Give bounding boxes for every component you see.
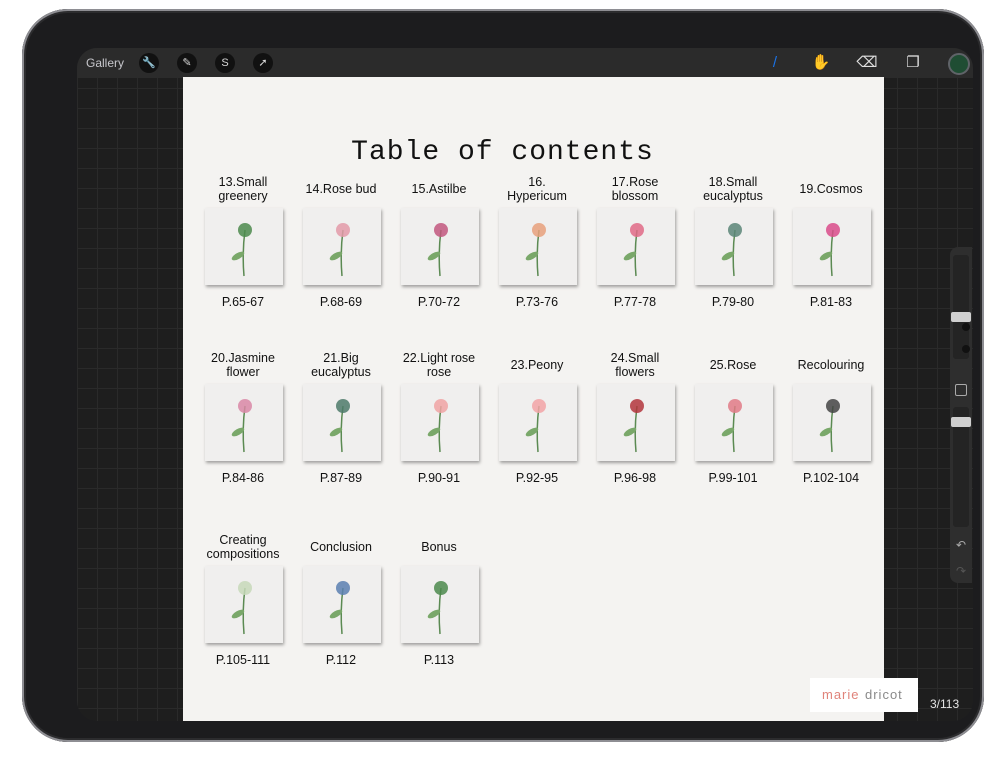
toc-entry-pages: P.96-98 <box>613 471 657 485</box>
toc-entry-thumbnail[interactable] <box>499 208 577 285</box>
botanical-illustration <box>819 223 840 277</box>
brand-logo: marie dricot <box>810 678 918 712</box>
toc-entry-thumbnail[interactable] <box>793 208 871 285</box>
botanical-illustration <box>525 399 546 453</box>
brush-icon[interactable]: / <box>764 52 786 74</box>
toc-entry-pages: P.81-83 <box>809 295 853 309</box>
botanical-illustration <box>329 399 350 453</box>
sensor-dot <box>962 345 970 353</box>
botanical-illustration <box>427 581 448 635</box>
toc-entry-pages: P.92-95 <box>515 471 559 485</box>
toc-entry-thumbnail[interactable] <box>401 208 479 285</box>
botanical-illustration <box>721 223 742 277</box>
undo-icon[interactable]: ↶ <box>953 538 969 552</box>
toc-entry-pages: P.102-104 <box>802 471 860 485</box>
toc-entry-thumbnail[interactable] <box>499 384 577 461</box>
toc-entry-pages: P.77-78 <box>613 295 657 309</box>
toc-entry-pages: P.113 <box>423 653 455 667</box>
toc-entry-thumbnail[interactable] <box>695 384 773 461</box>
eraser-icon[interactable]: ⌫ <box>856 52 878 74</box>
botanical-illustration <box>721 399 742 453</box>
botanical-illustration <box>427 223 448 277</box>
toc-entry-thumbnail[interactable] <box>597 384 675 461</box>
page-title: Table of contents <box>351 137 654 168</box>
transform-arrow-icon[interactable]: ➚ <box>253 53 273 73</box>
toc-entry-thumbnail[interactable] <box>205 208 283 285</box>
brush-size-knob[interactable] <box>951 312 971 322</box>
smudge-icon[interactable]: ✋ <box>810 52 832 74</box>
actions-wrench-icon[interactable]: 🔧 <box>139 53 159 73</box>
botanical-illustration <box>329 581 350 635</box>
botanical-illustration <box>231 581 252 635</box>
toc-entry-pages: P.105-111 <box>215 653 271 667</box>
botanical-illustration <box>231 223 252 277</box>
opacity-slider[interactable] <box>951 407 971 527</box>
selection-icon[interactable]: S <box>215 53 235 73</box>
toc-entry-thumbnail[interactable] <box>695 208 773 285</box>
document-page: Table of contents 13.Small greenery P.65-… <box>183 77 884 721</box>
side-toolbar: ↶ ↷ <box>950 247 972 583</box>
toc-entry-thumbnail[interactable] <box>597 208 675 285</box>
toc-entry-thumbnail[interactable] <box>205 566 283 643</box>
toc-entry-thumbnail[interactable] <box>303 384 381 461</box>
toc-entry-pages: P.70-72 <box>417 295 461 309</box>
adjustments-wand-icon[interactable]: ✎ <box>177 53 197 73</box>
botanical-illustration <box>623 399 644 453</box>
color-picker-swatch[interactable] <box>948 53 970 75</box>
toc-entry-pages: P.84-86 <box>221 471 265 485</box>
redo-icon[interactable]: ↷ <box>953 564 969 578</box>
toc-entry-thumbnail[interactable] <box>303 208 381 285</box>
toc-entry-thumbnail[interactable] <box>401 384 479 461</box>
gallery-button[interactable]: Gallery <box>86 56 124 70</box>
page-counter: 3/113 <box>930 697 960 711</box>
botanical-illustration <box>525 223 546 277</box>
botanical-illustration <box>231 399 252 453</box>
toc-entry-thumbnail[interactable] <box>793 384 871 461</box>
layers-icon[interactable]: ❐ <box>902 52 924 74</box>
procreate-canvas-screen: Gallery 🔧 ✎ S ➚ / ✋ ⌫ ❐ Table of contents 13.S… <box>77 48 973 721</box>
toc-entry-pages: P.73-76 <box>515 295 559 309</box>
modify-button[interactable] <box>955 384 967 396</box>
toc-entry-pages: P.99-101 <box>708 471 758 485</box>
toc-entry-label: Recolouring <box>797 358 865 372</box>
botanical-illustration <box>329 223 350 277</box>
toc-entry-pages: P.87-89 <box>319 471 363 485</box>
ipad-frame: Gallery 🔧 ✎ S ➚ / ✋ ⌫ ❐ Table of contents 13.S… <box>22 9 984 742</box>
botanical-illustration <box>623 223 644 277</box>
toc-entry-thumbnail[interactable] <box>401 566 479 643</box>
camera-dot <box>962 323 970 331</box>
toc-entry-pages: P.68-69 <box>319 295 363 309</box>
toc-entry-thumbnail[interactable] <box>303 566 381 643</box>
toc-entry-label: 19.Cosmos <box>799 182 863 196</box>
botanical-illustration <box>819 399 840 453</box>
top-toolbar: Gallery 🔧 ✎ S ➚ / ✋ ⌫ ❐ <box>77 48 973 78</box>
brand-name-first: marie <box>822 687 860 702</box>
toc-entry-pages: P.112 <box>325 653 357 667</box>
brand-name-last: dricot <box>865 687 903 702</box>
toc-entry-thumbnail[interactable] <box>205 384 283 461</box>
toc-entry-pages: P.90-91 <box>417 471 461 485</box>
brush-size-slider[interactable] <box>951 255 971 359</box>
botanical-illustration <box>427 399 448 453</box>
toc-entry-label: Bonus <box>421 540 457 554</box>
opacity-knob[interactable] <box>951 417 971 427</box>
toc-entry-pages: P.65-67 <box>221 295 265 309</box>
toc-entry-pages: P.79-80 <box>711 295 755 309</box>
